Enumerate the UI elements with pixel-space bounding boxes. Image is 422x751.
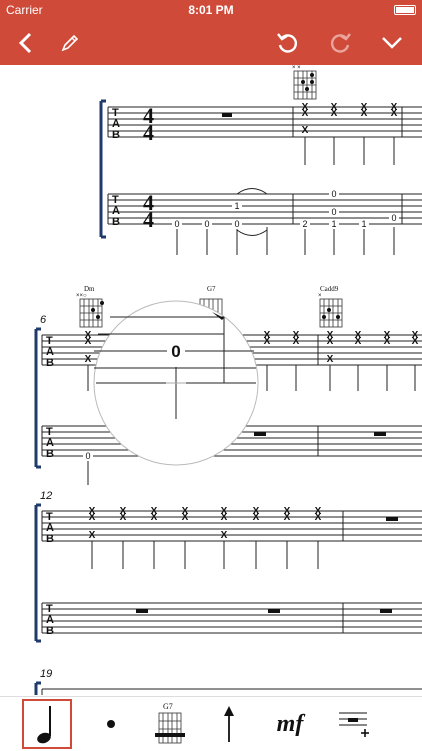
strum-direction-tool[interactable]	[204, 699, 254, 749]
svg-text:0: 0	[234, 219, 239, 229]
svg-text:X: X	[391, 108, 398, 119]
svg-text:X: X	[327, 354, 334, 365]
svg-text:X: X	[85, 354, 92, 365]
svg-text:X: X	[384, 336, 391, 347]
svg-text:G7: G7	[163, 702, 173, 711]
svg-text:12: 12	[40, 490, 52, 502]
chord-dm[interactable]: Dm ××○	[76, 285, 104, 328]
svg-text:X: X	[221, 512, 228, 523]
redo-button[interactable]	[318, 20, 362, 65]
svg-text:B: B	[46, 357, 54, 369]
svg-text:X: X	[284, 512, 291, 523]
svg-text:4: 4	[143, 207, 154, 232]
svg-text:B: B	[46, 448, 54, 460]
arrow-up-icon	[224, 706, 234, 742]
tie	[236, 188, 268, 195]
dot-icon	[107, 720, 115, 728]
chord-diagram-icon: G7	[155, 702, 185, 744]
undo-button[interactable]	[266, 20, 310, 65]
svg-text:X: X	[355, 336, 362, 347]
svg-text:1: 1	[331, 219, 336, 229]
svg-text:0: 0	[331, 189, 336, 199]
insert-measure-tool[interactable]	[328, 699, 378, 749]
svg-text:× ×: × ×	[292, 65, 301, 71]
edit-toolbar: G7 mf	[0, 696, 422, 751]
tablature-score[interactable]: TAB TAB TAB TAB TAB TAB 44 44 × × Dm ××○…	[0, 65, 422, 695]
pencil-icon	[61, 34, 79, 51]
mf-dynamic-icon: mf	[276, 710, 304, 737]
svg-text:B: B	[112, 216, 120, 228]
chevron-left-icon	[18, 32, 32, 53]
svg-text:B: B	[46, 625, 54, 637]
svg-text:X: X	[302, 125, 309, 136]
chord-tool[interactable]: G7	[144, 699, 194, 749]
chord-cadd9[interactable]: Cadd9 ×	[318, 285, 343, 328]
svg-text:X: X	[327, 336, 334, 347]
svg-text:G7: G7	[207, 285, 216, 293]
svg-text:X: X	[221, 530, 228, 541]
svg-text:X: X	[264, 336, 271, 347]
svg-text:X: X	[253, 512, 260, 523]
tie	[236, 229, 268, 236]
back-button[interactable]	[4, 20, 48, 65]
svg-text:0: 0	[85, 451, 90, 461]
svg-text:X: X	[89, 530, 96, 541]
svg-text:X: X	[89, 512, 96, 523]
svg-text:B: B	[112, 129, 120, 141]
svg-text:X: X	[331, 108, 338, 119]
svg-text:X: X	[315, 512, 322, 523]
svg-text:1: 1	[361, 219, 366, 229]
svg-text:××○: ××○	[76, 293, 87, 299]
svg-text:X: X	[302, 108, 309, 119]
svg-text:X: X	[361, 108, 368, 119]
dot-tool[interactable]	[86, 699, 136, 749]
chevron-down-icon	[382, 36, 402, 49]
svg-text:X: X	[85, 336, 92, 347]
svg-text:B: B	[46, 533, 54, 545]
magnified-fret-number: 0	[171, 342, 180, 361]
svg-text:0: 0	[174, 219, 179, 229]
svg-text:X: X	[293, 336, 300, 347]
svg-text:0: 0	[391, 213, 396, 223]
svg-text:4: 4	[143, 120, 154, 145]
svg-text:X: X	[151, 512, 158, 523]
note-duration-tool[interactable]	[22, 699, 72, 749]
score-view[interactable]: TAB TAB TAB TAB TAB TAB 44 44 × × Dm ××○…	[0, 65, 422, 695]
status-bar: Carrier 8:01 PM	[0, 0, 422, 20]
quarter-note-icon	[37, 706, 51, 744]
svg-text:1: 1	[234, 201, 239, 211]
svg-text:Cadd9: Cadd9	[320, 285, 339, 293]
svg-text:0: 0	[331, 207, 336, 217]
svg-text:6: 6	[40, 314, 47, 326]
time-signature: 44 44	[143, 103, 154, 232]
redo-icon	[331, 32, 351, 53]
magnifier-loupe[interactable]: 0	[93, 300, 259, 466]
nav-bar	[0, 20, 422, 65]
svg-text:Dm: Dm	[84, 285, 95, 293]
battery-icon	[394, 5, 416, 15]
menu-button[interactable]	[370, 20, 414, 65]
svg-text:2: 2	[302, 219, 307, 229]
svg-text:X: X	[412, 336, 419, 347]
undo-icon	[277, 32, 297, 53]
dynamics-tool[interactable]: mf	[265, 699, 315, 749]
svg-text:X: X	[120, 512, 127, 523]
svg-text:0: 0	[204, 219, 209, 229]
svg-text:×: ×	[318, 293, 322, 299]
svg-text:X: X	[182, 512, 189, 523]
svg-text:19: 19	[40, 668, 52, 680]
insert-rest-icon	[339, 712, 369, 737]
edit-button[interactable]	[48, 20, 92, 65]
status-time: 8:01 PM	[188, 3, 234, 17]
